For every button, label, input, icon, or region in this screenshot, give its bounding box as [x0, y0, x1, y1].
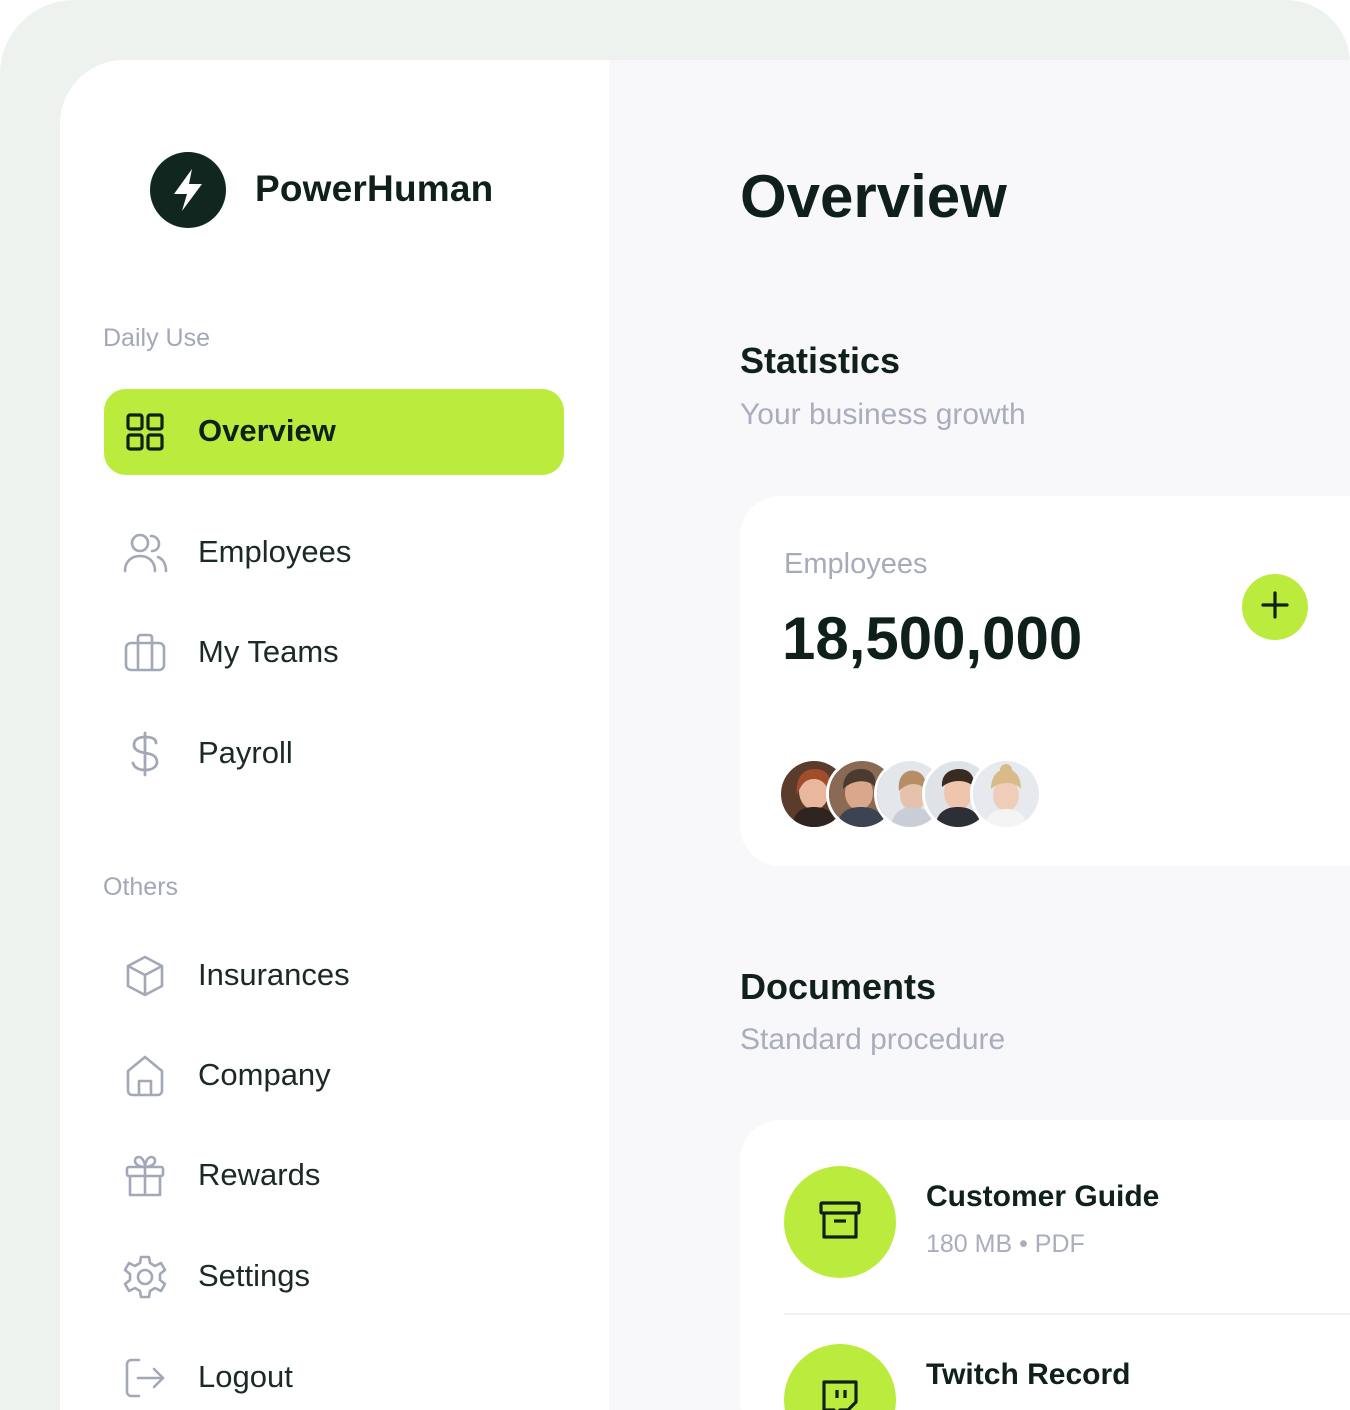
sidebar-item-label: Logout — [198, 1359, 293, 1394]
document-title: Customer Guide — [926, 1180, 1160, 1213]
documents-title: Documents — [740, 966, 937, 1007]
dollar-icon — [122, 731, 168, 777]
gear-icon — [122, 1254, 168, 1300]
gift-icon — [122, 1153, 168, 1199]
grid-icon — [122, 409, 168, 455]
sidebar: PowerHuman Daily Use Overview Employees … — [60, 60, 609, 1410]
sidebar-item-company[interactable]: Company — [104, 1033, 564, 1119]
documents-subtitle: Standard procedure — [740, 1023, 1006, 1056]
sidebar-item-insurances[interactable]: Insurances — [104, 933, 564, 1019]
document-meta: 180 MB • PDF — [926, 1230, 1085, 1258]
stat-label: Employees — [784, 548, 928, 580]
twitch-icon-button[interactable] — [784, 1344, 896, 1410]
plus-icon — [1260, 590, 1290, 625]
archive-icon-button[interactable] — [784, 1166, 896, 1278]
list-item[interactable]: Customer Guide 180 MB • PDF — [784, 1166, 1350, 1286]
page-title: Overview — [740, 163, 1007, 230]
employees-stat-card: Employees 18,500,000 — [740, 496, 1350, 866]
sidebar-item-label: My Teams — [198, 634, 339, 669]
list-item[interactable]: Twitch Record — [784, 1344, 1350, 1410]
briefcase-icon — [122, 630, 168, 676]
lightning-logo-icon — [150, 152, 226, 228]
documents-card: Customer Guide 180 MB • PDF Twitch Recor… — [740, 1120, 1350, 1410]
app-window: PowerHuman Daily Use Overview Employees … — [60, 60, 1350, 1410]
sidebar-item-payroll[interactable]: Payroll — [104, 711, 564, 797]
archive-icon — [818, 1200, 862, 1245]
sidebar-item-label: Company — [198, 1057, 331, 1092]
sidebar-item-label: Settings — [198, 1258, 311, 1293]
sidebar-item-my-teams[interactable]: My Teams — [104, 610, 564, 696]
section-label-daily: Daily Use — [103, 324, 210, 352]
users-icon — [122, 530, 168, 576]
sidebar-item-logout[interactable]: Logout — [104, 1335, 564, 1410]
stat-value: 18,500,000 — [782, 605, 1083, 672]
section-label-others: Others — [103, 873, 179, 901]
sidebar-item-label: Overview — [198, 413, 336, 448]
sidebar-item-overview[interactable]: Overview — [104, 389, 564, 475]
sidebar-item-label: Employees — [198, 534, 352, 569]
avatar[interactable] — [970, 758, 1042, 830]
box-icon — [122, 953, 168, 999]
logout-icon — [122, 1355, 168, 1401]
brand-name: PowerHuman — [255, 168, 494, 209]
add-employee-button[interactable] — [1242, 574, 1308, 640]
sidebar-item-label: Payroll — [198, 735, 293, 770]
sidebar-item-label: Rewards — [198, 1157, 321, 1192]
device-frame: PowerHuman Daily Use Overview Employees … — [0, 0, 1350, 1410]
statistics-subtitle: Your business growth — [740, 398, 1026, 431]
sidebar-item-rewards[interactable]: Rewards — [104, 1133, 564, 1219]
statistics-title: Statistics — [740, 340, 901, 381]
sidebar-item-label: Insurances — [198, 957, 350, 992]
document-title: Twitch Record — [926, 1358, 1131, 1391]
home-icon — [122, 1053, 168, 1099]
divider — [784, 1313, 1350, 1315]
sidebar-item-employees[interactable]: Employees — [104, 510, 564, 596]
twitch-icon — [820, 1378, 860, 1410]
sidebar-item-settings[interactable]: Settings — [104, 1234, 564, 1320]
